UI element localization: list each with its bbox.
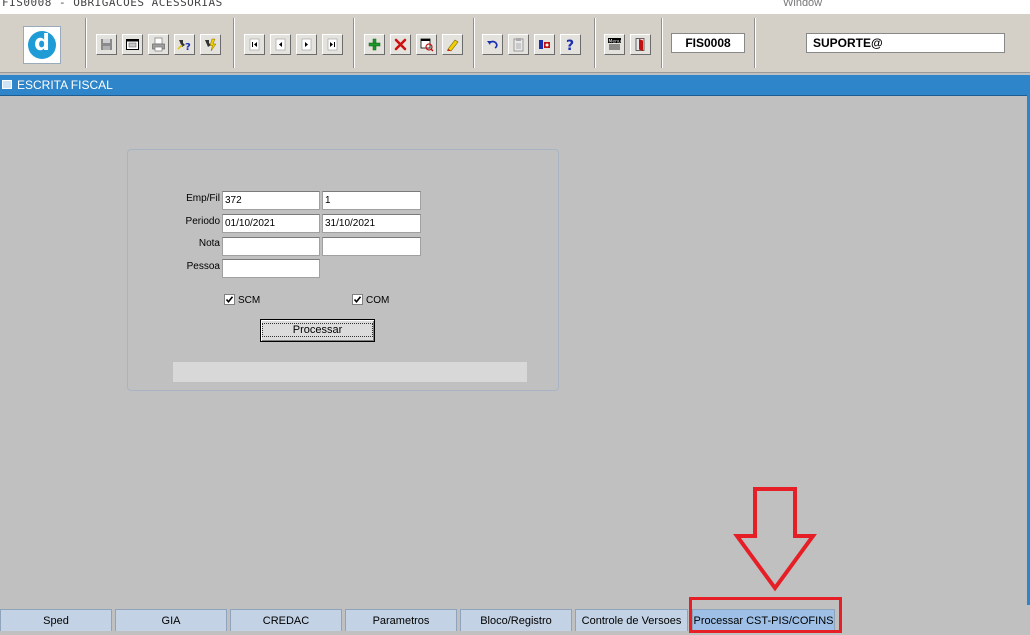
form-icon xyxy=(2,80,12,89)
undo-button[interactable] xyxy=(482,34,503,55)
pessoa-label: Pessoa xyxy=(186,261,220,272)
tools-icon xyxy=(539,40,550,49)
title-bar: FIS0008 - OBRIGACOES ACESSORIAS Window xyxy=(0,0,1030,14)
section-header: ESCRITA FISCAL xyxy=(0,75,1027,96)
toolbar-separator xyxy=(85,18,87,68)
window-icon xyxy=(126,39,139,50)
processar-button[interactable]: Processar xyxy=(260,319,375,342)
periodo-inicio-input[interactable]: 01/10/2021 xyxy=(222,214,320,233)
tab-sped[interactable]: Sped xyxy=(0,609,112,631)
delete-record-button[interactable] xyxy=(390,34,411,55)
scm-label: SCM xyxy=(238,295,261,306)
exit-button[interactable] xyxy=(630,34,651,55)
program-code: FIS0008 xyxy=(671,33,745,53)
window-menu[interactable]: Window xyxy=(783,0,822,9)
window-title: FIS0008 - OBRIGACOES ACESSORIAS xyxy=(2,0,223,9)
red-highlight-box xyxy=(689,597,842,633)
periodo-label: Periodo xyxy=(185,216,220,227)
tab-bar: Sped GIA CREDAC Parametros Bloco/Registr… xyxy=(0,606,1030,635)
svg-text:?: ? xyxy=(566,38,574,52)
save-icon xyxy=(101,39,112,50)
com-label: COM xyxy=(366,295,390,306)
processar-button-label: Processar xyxy=(261,323,374,337)
print-icon xyxy=(152,37,165,52)
menu-icon: Menu xyxy=(608,38,622,50)
tab-parametros[interactable]: Parametros xyxy=(345,609,457,631)
insert-record-icon xyxy=(368,38,381,51)
nota-inicio-input[interactable] xyxy=(222,237,320,256)
svg-text:Menu: Menu xyxy=(609,38,622,44)
tools-button[interactable] xyxy=(534,34,555,55)
query-help-icon: ? xyxy=(177,40,191,52)
clipboard-icon xyxy=(513,38,524,52)
tab-controle-de-versoes[interactable]: Controle de Versoes xyxy=(575,609,688,631)
help-button[interactable]: ? xyxy=(560,34,581,55)
section-title: ESCRITA FISCAL xyxy=(17,78,113,92)
clear-record-button[interactable] xyxy=(442,34,463,55)
duplicate-record-icon xyxy=(420,38,434,52)
toolbar-separator xyxy=(473,18,475,68)
first-record-icon xyxy=(249,38,260,51)
window-button[interactable] xyxy=(122,34,143,55)
help-icon: ? xyxy=(566,38,574,52)
next-record-button[interactable] xyxy=(296,34,317,55)
duplicate-record-button[interactable] xyxy=(416,34,437,55)
save-button[interactable] xyxy=(96,34,117,55)
checkmark-icon xyxy=(225,296,234,304)
toolbar-separator xyxy=(233,18,235,68)
app-logo: d xyxy=(23,26,61,64)
com-checkbox[interactable] xyxy=(352,294,363,305)
red-arrow-annotation xyxy=(733,487,817,592)
clipboard-button[interactable] xyxy=(508,34,529,55)
toolbar-separator xyxy=(661,18,663,68)
undo-icon xyxy=(487,40,498,49)
menu-button[interactable]: Menu xyxy=(604,34,625,55)
query-help-button[interactable]: ? xyxy=(174,34,195,55)
filial-input[interactable]: 1 xyxy=(322,191,421,210)
toolbar-separator xyxy=(353,18,355,68)
tab-bloco-registro[interactable]: Bloco/Registro xyxy=(460,609,572,631)
execute-query-icon xyxy=(205,38,217,52)
logo-icon: d xyxy=(28,31,56,59)
scm-checkbox[interactable] xyxy=(224,294,235,305)
exit-icon xyxy=(635,38,645,51)
execute-query-button[interactable] xyxy=(200,34,221,55)
tab-credac[interactable]: CREDAC xyxy=(230,609,342,631)
emp-fil-label: Emp/Fil xyxy=(186,193,220,204)
checkmark-icon xyxy=(353,296,362,304)
next-record-icon xyxy=(301,38,312,51)
delete-record-icon xyxy=(394,38,407,51)
nota-fim-input[interactable] xyxy=(322,237,421,256)
insert-record-button[interactable] xyxy=(364,34,385,55)
periodo-fim-input[interactable]: 31/10/2021 xyxy=(322,214,421,233)
pessoa-input[interactable] xyxy=(222,259,320,278)
print-button[interactable] xyxy=(148,34,169,55)
toolbar: d ? ? Menu FIS0008 SUPORTE@ xyxy=(0,14,1030,73)
progress-bar xyxy=(173,362,527,382)
clear-record-icon xyxy=(447,39,459,52)
last-record-button[interactable] xyxy=(322,34,343,55)
nota-label: Nota xyxy=(198,238,220,249)
empresa-input[interactable]: 372 xyxy=(222,191,320,210)
user-field: SUPORTE@ xyxy=(806,33,1005,53)
svg-text:?: ? xyxy=(185,42,191,52)
previous-record-button[interactable] xyxy=(270,34,291,55)
first-record-button[interactable] xyxy=(244,34,265,55)
toolbar-separator xyxy=(594,18,596,68)
toolbar-separator xyxy=(754,18,756,68)
last-record-icon xyxy=(327,38,338,51)
tab-gia[interactable]: GIA xyxy=(115,609,227,631)
previous-record-icon xyxy=(275,38,286,51)
